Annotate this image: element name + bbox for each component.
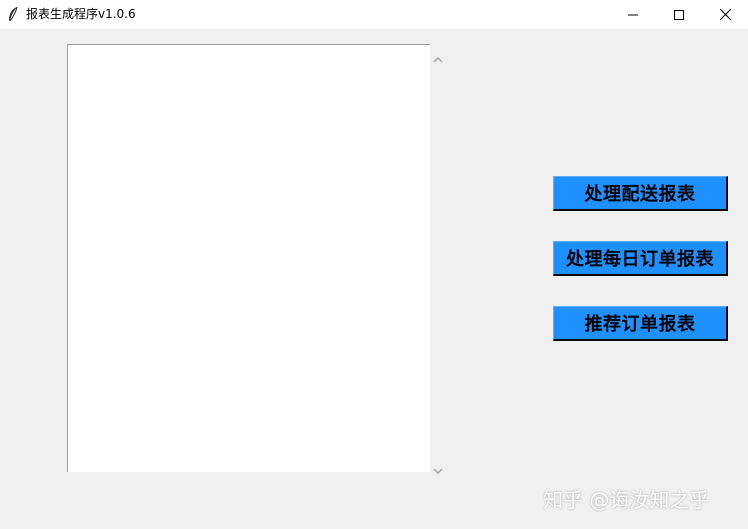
scroll-up-arrow-icon[interactable]	[433, 49, 443, 63]
minimize-button[interactable]	[610, 0, 656, 29]
title-bar[interactable]: 报表生成程序v1.0.6	[0, 0, 748, 29]
process-daily-order-report-button[interactable]: 处理每日订单报表	[553, 241, 728, 276]
maximize-button[interactable]	[656, 0, 702, 29]
process-delivery-report-button[interactable]: 处理配送报表	[553, 176, 728, 211]
vertical-scrollbar[interactable]	[430, 44, 447, 474]
feather-icon	[7, 6, 19, 22]
minimize-icon	[628, 14, 638, 15]
scroll-down-arrow-icon[interactable]	[433, 460, 443, 474]
watermark-text: 知乎 @诲汝知之乎	[543, 488, 710, 512]
maximize-icon	[674, 9, 684, 20]
window-title: 报表生成程序v1.0.6	[26, 7, 136, 21]
log-text-area[interactable]	[67, 44, 430, 472]
close-icon	[719, 9, 731, 20]
recommended-order-report-button[interactable]: 推荐订单报表	[553, 306, 728, 341]
app-window: 报表生成程序v1.0.6 处理配送报表 处理每日订单报表 推荐订单报表 知乎 @…	[0, 0, 748, 529]
close-button[interactable]	[702, 0, 748, 29]
